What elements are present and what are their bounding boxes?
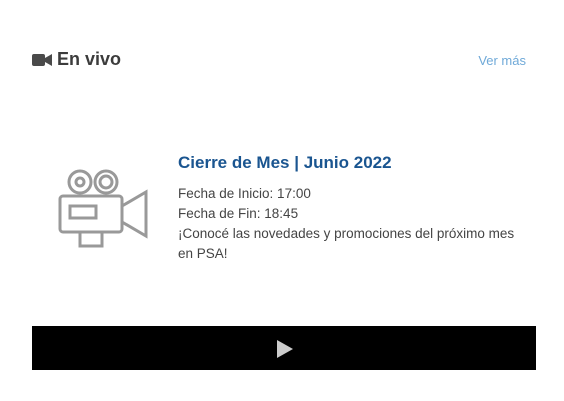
play-icon[interactable]	[276, 339, 294, 359]
event-end-time: Fecha de Fin: 18:45	[178, 206, 299, 221]
event-description: ¡Conocé las novedades y promociones del …	[178, 226, 515, 261]
event-title[interactable]: Cierre de Mes | Junio 2022	[178, 153, 392, 173]
see-more-link[interactable]: Ver más	[478, 53, 526, 68]
event-start-time: Fecha de Inicio: 17:00	[178, 186, 311, 201]
movie-camera-icon	[58, 169, 148, 248]
video-player[interactable]	[32, 326, 536, 370]
event-details: Fecha de Inicio: 17:00 Fecha de Fin: 18:…	[178, 184, 528, 264]
video-camera-icon	[32, 54, 52, 66]
section-title: En vivo	[57, 49, 122, 69]
live-event-card: Cierre de Mes | Junio 2022 Fecha de Inic…	[32, 150, 532, 270]
live-section-header: En vivo Ver más	[32, 48, 526, 72]
